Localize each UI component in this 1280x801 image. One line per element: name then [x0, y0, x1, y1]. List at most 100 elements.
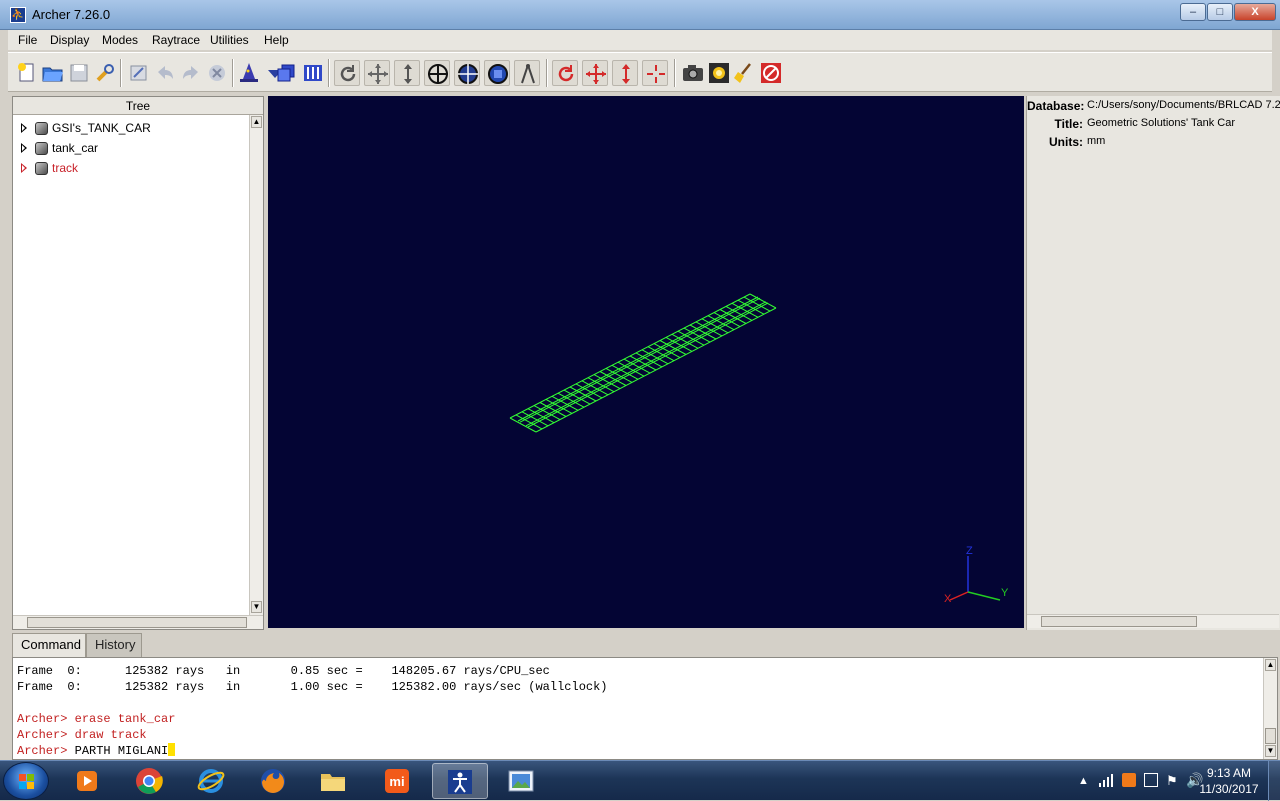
- menu-utilities[interactable]: Utilities: [210, 33, 249, 47]
- scroll-thumb[interactable]: [1265, 728, 1276, 744]
- network-signal-icon[interactable]: [1098, 773, 1114, 787]
- menu-display[interactable]: Display: [50, 33, 89, 47]
- wizard-hat-icon[interactable]: [236, 60, 262, 86]
- scroll-down-icon[interactable]: ▼: [251, 601, 262, 613]
- chrome-task[interactable]: [122, 763, 178, 799]
- tab-command[interactable]: Command: [12, 633, 86, 657]
- console-command-line: Archer> erase tank_car: [17, 711, 175, 727]
- maximize-button[interactable]: □: [1207, 3, 1233, 21]
- console-command: erase tank_car: [74, 712, 176, 726]
- internet-explorer-task[interactable]: [184, 763, 240, 799]
- units-value: mm: [1087, 135, 1106, 147]
- translate-view-icon[interactable]: [364, 60, 390, 86]
- measure-sphere-icon[interactable]: [484, 60, 510, 86]
- abort-raytrace-icon[interactable]: [758, 60, 784, 86]
- edit-center-icon[interactable]: [642, 60, 668, 86]
- menu-file[interactable]: File: [18, 33, 37, 47]
- svg-text:mi: mi: [389, 774, 404, 789]
- expand-arrow-icon[interactable]: [21, 163, 27, 173]
- console-output-line: Frame 0: 125382 rays in 1.00 sec = 12538…: [17, 680, 608, 694]
- expand-arrow-icon[interactable]: [21, 123, 27, 133]
- combination-icon: [35, 142, 48, 155]
- edit-translate-icon[interactable]: [582, 60, 608, 86]
- firefox-icon: [261, 769, 285, 793]
- tab-history[interactable]: History: [86, 633, 142, 657]
- archer-app-icon[interactable]: ⛹: [10, 7, 26, 23]
- tree-vertical-scrollbar[interactable]: ▲ ▼: [249, 115, 263, 615]
- scroll-down-icon[interactable]: ▼: [1265, 745, 1276, 757]
- console-prompt: Archer>: [17, 744, 68, 758]
- tray-app-icon[interactable]: [1122, 773, 1136, 787]
- combination-icon: [35, 162, 48, 175]
- show-desktop-button[interactable]: [1268, 761, 1280, 801]
- open-folder-icon[interactable]: [40, 60, 66, 86]
- photo-viewer-task[interactable]: [494, 763, 550, 799]
- folder-icon: [321, 774, 345, 791]
- chrome-icon: [136, 768, 163, 794]
- console-vertical-scrollbar[interactable]: ▲ ▼: [1263, 658, 1277, 759]
- menu-modes[interactable]: Modes: [102, 33, 138, 47]
- view-axes: Z X Y: [944, 545, 1009, 605]
- tree-panel: Tree GSI's_TANK_CAR tank_car track ▲ ▼: [12, 96, 264, 630]
- scroll-up-icon[interactable]: ▲: [1265, 659, 1276, 671]
- center-view-icon[interactable]: [424, 60, 450, 86]
- expand-arrow-icon[interactable]: [21, 143, 27, 153]
- tree-horizontal-scrollbar[interactable]: [13, 615, 263, 629]
- clear-broom-icon[interactable]: [732, 60, 758, 86]
- photo-viewer-icon: [508, 770, 534, 792]
- units-label: Units:: [1049, 135, 1083, 149]
- camera-icon[interactable]: [680, 60, 706, 86]
- primitive-comb-icon[interactable]: [300, 60, 326, 86]
- archer-task[interactable]: [432, 763, 488, 799]
- rotate-view-icon[interactable]: [334, 60, 360, 86]
- file-explorer-task[interactable]: [306, 763, 362, 799]
- start-button[interactable]: [3, 762, 49, 800]
- tray-cloud-icon[interactable]: ⚑: [1166, 773, 1178, 789]
- console-command-line: Archer> draw track: [17, 727, 147, 743]
- command-console[interactable]: Frame 0: 125382 rays in 0.85 sec = 14820…: [12, 657, 1278, 760]
- title-bar[interactable]: ⛹ Archer 7.26.0 – □ X: [0, 0, 1280, 30]
- archer-icon: [448, 770, 472, 794]
- primitive-box-icon[interactable]: [274, 60, 300, 86]
- preferences-wrench-icon[interactable]: [92, 60, 118, 86]
- edit-object-icon[interactable]: [126, 60, 152, 86]
- graphics-viewport[interactable]: Z X Y: [268, 96, 1024, 628]
- menu-raytrace[interactable]: Raytrace: [152, 33, 200, 47]
- delete-object-icon[interactable]: [204, 60, 230, 86]
- y-axis-line: [967, 591, 1001, 601]
- scroll-up-icon[interactable]: ▲: [251, 116, 262, 128]
- power-icon[interactable]: [1144, 773, 1158, 787]
- close-button[interactable]: X: [1234, 3, 1276, 21]
- database-value: C:/Users/sony/Documents/BRLCAD 7.26: [1087, 99, 1280, 111]
- title-label: Title:: [1054, 117, 1083, 131]
- archer-app: ⛹ Archer 7.26.0 – □ X File Display Modes…: [0, 0, 1280, 801]
- toolbar-separator: [232, 59, 234, 87]
- show-hidden-icons-icon[interactable]: ▲: [1078, 775, 1089, 787]
- info-horizontal-scrollbar[interactable]: [1027, 614, 1279, 628]
- edit-rotate-icon[interactable]: [552, 60, 578, 86]
- console-input-line[interactable]: Archer> PARTH MIGLANI: [17, 743, 176, 759]
- raytrace-icon[interactable]: [706, 60, 732, 86]
- toolbar-separator: [328, 59, 330, 87]
- new-file-icon[interactable]: [14, 60, 40, 86]
- scale-view-icon[interactable]: [394, 60, 420, 86]
- redo-icon[interactable]: [178, 60, 204, 86]
- minimize-button[interactable]: –: [1180, 3, 1206, 21]
- console-input-text[interactable]: PARTH MIGLANI: [75, 744, 169, 758]
- menu-help[interactable]: Help: [264, 33, 289, 47]
- save-icon[interactable]: [66, 60, 92, 86]
- toolbar-separator: [674, 59, 676, 87]
- console-output-line: Frame 0: 125382 rays in 0.85 sec = 14820…: [17, 664, 550, 678]
- component-pick-icon[interactable]: [454, 60, 480, 86]
- toolbar: [8, 52, 1272, 92]
- scroll-thumb[interactable]: [1041, 616, 1197, 627]
- x-axis-label: X: [944, 593, 952, 605]
- mi-app-task[interactable]: mi: [370, 763, 426, 799]
- undo-icon[interactable]: [152, 60, 178, 86]
- edit-scale-icon[interactable]: [612, 60, 638, 86]
- media-player-task[interactable]: [60, 763, 116, 799]
- scroll-thumb[interactable]: [27, 617, 247, 628]
- measure-tool-icon[interactable]: [514, 60, 540, 86]
- firefox-task[interactable]: [246, 763, 302, 799]
- taskbar-clock[interactable]: 9:13 AM 11/30/2017: [1196, 765, 1262, 797]
